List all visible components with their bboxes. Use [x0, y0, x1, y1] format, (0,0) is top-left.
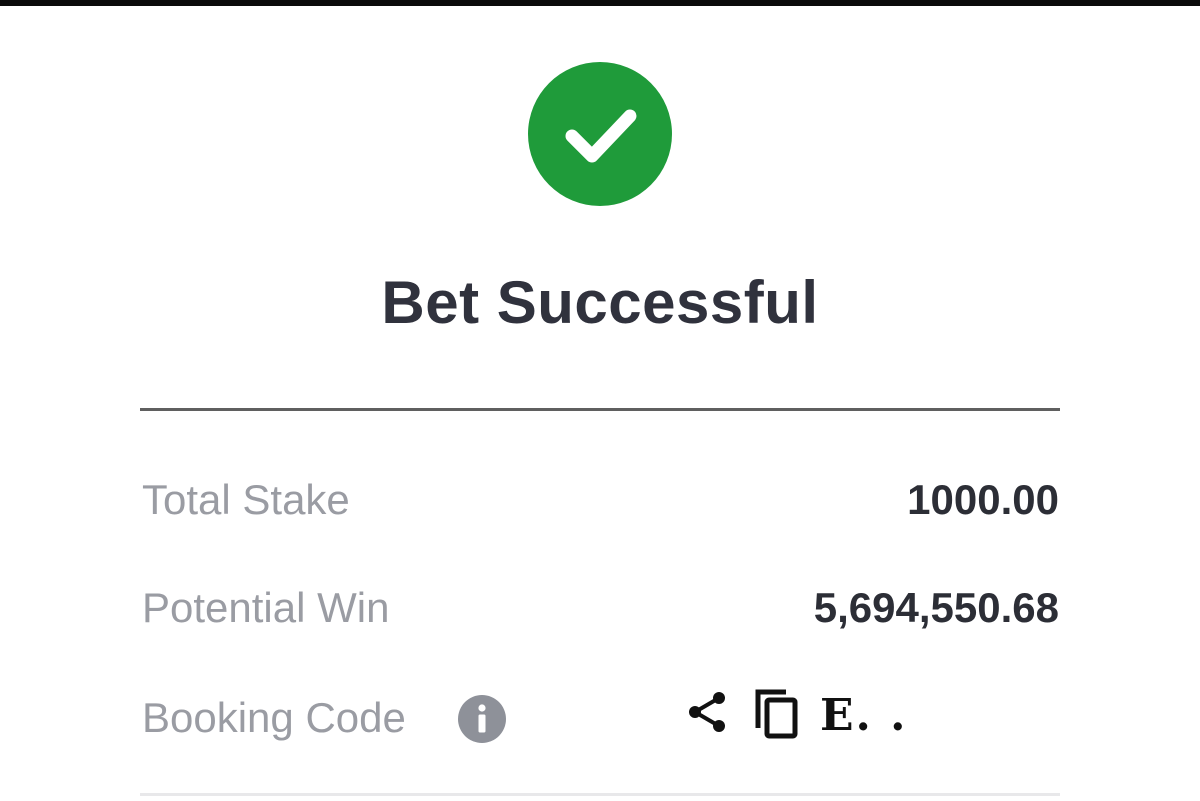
- total-stake-value: 1000.00: [907, 476, 1059, 523]
- total-stake-label: Total Stake: [142, 476, 350, 523]
- divider: [140, 408, 1060, 411]
- info-icon[interactable]: [458, 695, 506, 743]
- page-title: Bet Successful: [381, 269, 819, 336]
- booking-code-label: Booking Code: [142, 694, 406, 741]
- top-bar: [0, 0, 1200, 6]
- bottom-divider: [140, 793, 1060, 796]
- booking-code-value: E. .: [820, 690, 908, 741]
- copy-icon[interactable]: [750, 684, 806, 740]
- potential-win-label: Potential Win: [142, 584, 390, 631]
- share-icon[interactable]: [683, 688, 731, 736]
- potential-win-value: 5,694,550.68: [813, 584, 1059, 631]
- check-circle-icon: [528, 62, 672, 206]
- bet-success-screen: Bet Successful Total Stake 1000.00 Poten…: [0, 0, 1200, 801]
